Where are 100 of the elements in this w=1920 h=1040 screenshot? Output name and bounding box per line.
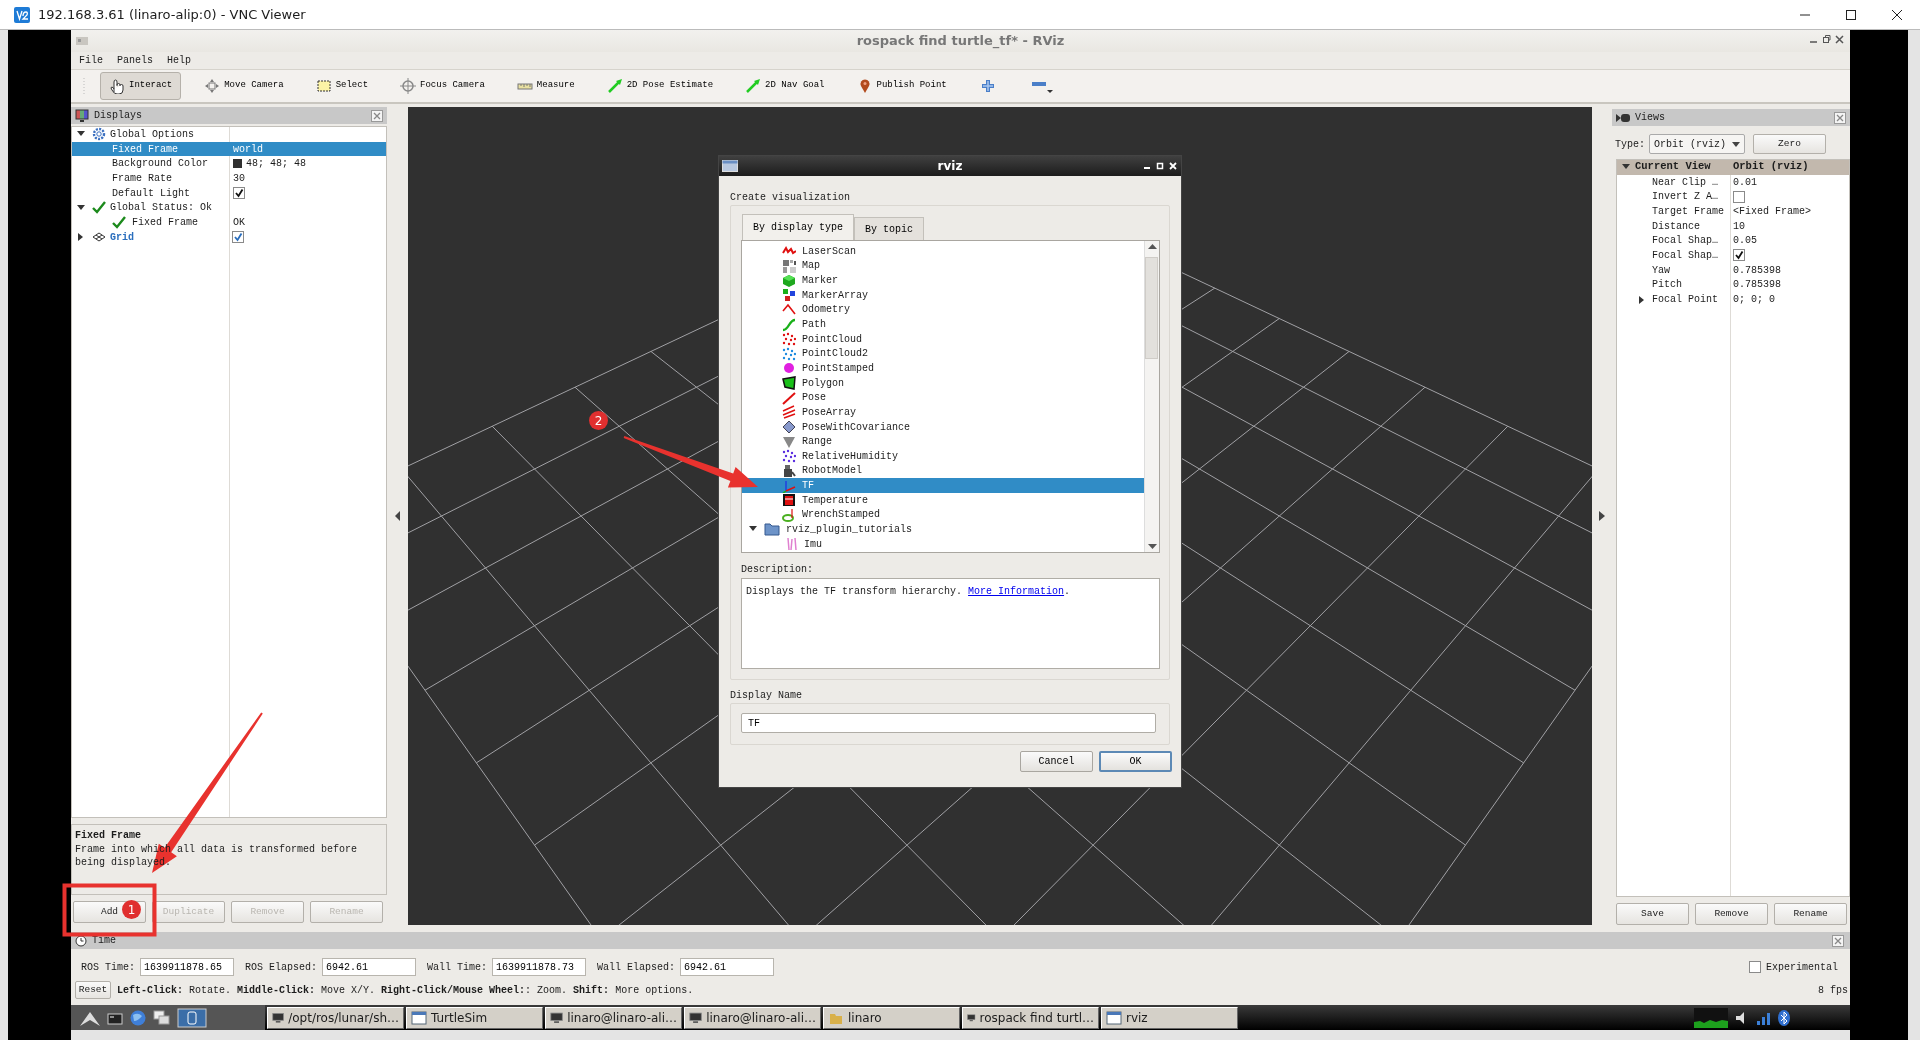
tree-value: <Fixed Frame>: [1733, 204, 1811, 219]
menu-item[interactable]: File: [79, 53, 103, 68]
scroll-down-icon[interactable]: [1147, 544, 1157, 549]
menu-item[interactable]: Panels: [117, 53, 154, 68]
panel-button[interactable]: Rename: [1774, 903, 1847, 925]
checkbox[interactable]: [1733, 249, 1745, 262]
taskbar-button[interactable]: linaro@linaro-ali…: [545, 1006, 682, 1029]
display-type-item[interactable]: RelativeHumidity: [742, 448, 1144, 464]
display-type-item[interactable]: RobotModel: [742, 463, 1144, 479]
map-grid-icon: [782, 258, 796, 273]
tool-button[interactable]: Publish Point: [847, 72, 956, 100]
close-button[interactable]: [1832, 934, 1844, 947]
display-type-item[interactable]: PointCloud2: [742, 346, 1144, 362]
bluetooth-icon[interactable]: [1778, 1009, 1790, 1026]
tool-button[interactable]: Select: [306, 72, 378, 100]
display-type-item[interactable]: MarkerArray: [742, 287, 1144, 303]
tree-label[interactable]: Fixed Frame: [112, 141, 178, 157]
tree-label[interactable]: Invert Z A…: [1652, 189, 1718, 205]
close-button[interactable]: [1834, 111, 1846, 124]
tree-label[interactable]: Focal Point: [1652, 292, 1718, 308]
tree-label[interactable]: Pitch: [1652, 277, 1682, 293]
time-field[interactable]: 1639911878.73: [492, 958, 587, 976]
tree-label[interactable]: Focal Shap…: [1652, 247, 1718, 263]
display-type-item[interactable]: PointCloud: [742, 331, 1144, 347]
desktop-icon[interactable]: [177, 1007, 207, 1028]
time-field[interactable]: 6942.61: [680, 958, 775, 976]
tree-label[interactable]: Default Light: [112, 185, 190, 201]
display-type-item[interactable]: TF: [742, 478, 1144, 493]
tree-label[interactable]: Global Status: Ok: [110, 200, 213, 216]
checkbox[interactable]: [1749, 961, 1761, 973]
tool-button[interactable]: 2D Pose Estimate: [597, 72, 723, 100]
display-type-item[interactable]: Range: [742, 434, 1144, 449]
tool-button[interactable]: 2D Nav Goal: [736, 72, 834, 100]
checkbox[interactable]: [1733, 190, 1745, 203]
tree-label[interactable]: Distance: [1652, 218, 1700, 234]
tree-label[interactable]: Near Clip …: [1652, 174, 1718, 190]
tree-label[interactable]: Focal Shap…: [1652, 233, 1718, 249]
reset-button[interactable]: Reset: [75, 981, 111, 999]
close-button[interactable]: [371, 109, 383, 122]
taskbar-button[interactable]: /opt/ros/lunar/sh…: [267, 1006, 404, 1029]
panel-button[interactable]: Remove: [1695, 903, 1768, 925]
tree-value: 0.785398: [1733, 263, 1781, 278]
menu-item[interactable]: Help: [167, 53, 192, 68]
display-type-item[interactable]: Imu: [742, 536, 1144, 552]
time-field[interactable]: 6942.61: [322, 958, 417, 976]
tool-button[interactable]: Measure: [507, 72, 584, 100]
display-type-item[interactable]: Marker: [742, 273, 1144, 288]
taskbar-button[interactable]: linaro: [823, 1006, 960, 1029]
tree-label[interactable]: Target Frame: [1652, 203, 1724, 219]
taskbar-button[interactable]: rospack find turtl…: [962, 1006, 1099, 1029]
scroll-up-icon[interactable]: [1147, 244, 1157, 249]
arrow-right-icon[interactable]: [1599, 511, 1605, 521]
display-type-item[interactable]: Odometry: [742, 302, 1144, 318]
display-type-item[interactable]: PointStamped: [742, 361, 1144, 376]
checkbox[interactable]: [232, 231, 244, 244]
panel-button[interactable]: Save: [1616, 903, 1689, 925]
signal-icon[interactable]: [1756, 1010, 1772, 1025]
dialog-button[interactable]: Cancel: [1020, 751, 1093, 772]
display-type-item[interactable]: Temperature: [742, 492, 1144, 508]
tab[interactable]: By topic: [854, 217, 925, 240]
display-type-item[interactable]: WrenchStamped: [742, 507, 1144, 523]
close-icon[interactable]: [1835, 34, 1844, 44]
link[interactable]: More Information: [968, 586, 1065, 597]
cone-icon: [782, 434, 796, 449]
globe-icon[interactable]: [129, 1008, 147, 1027]
windows-icon[interactable]: [153, 1009, 171, 1026]
display-type-item[interactable]: Pose: [742, 390, 1144, 406]
tree-label[interactable]: Grid: [110, 229, 134, 245]
tree-label[interactable]: Yaw: [1652, 262, 1670, 278]
tree-label[interactable]: Fixed Frame: [132, 214, 198, 230]
tool-button[interactable]: Focus Camera: [391, 72, 494, 100]
tool-button[interactable]: Interact: [100, 72, 182, 100]
plus-icon[interactable]: [979, 78, 996, 94]
display-type-item[interactable]: Path: [742, 317, 1144, 332]
dialog-button[interactable]: OK: [1099, 751, 1172, 772]
scroll-thumb[interactable]: [1145, 257, 1158, 359]
time-field[interactable]: 1639911878.65: [140, 958, 234, 976]
tree-label[interactable]: Global Options: [110, 127, 194, 142]
tree-label[interactable]: Frame Rate: [112, 170, 172, 186]
tree-label[interactable]: Current View: [1635, 160, 1711, 176]
display-type-item[interactable]: PoseWithCovariance: [742, 419, 1144, 435]
tab[interactable]: By display type: [742, 214, 854, 240]
folder-label[interactable]: rviz_plugin_tutorials: [786, 522, 913, 537]
checkbox[interactable]: [233, 187, 245, 200]
taskbar-button[interactable]: rviz: [1101, 1006, 1238, 1029]
arrow-left-icon[interactable]: [394, 511, 401, 521]
display-type-item[interactable]: PoseArray: [742, 405, 1144, 420]
tool-button[interactable]: Move Camera: [195, 72, 293, 100]
tree-label[interactable]: Background Color: [112, 156, 208, 172]
taskbar-button[interactable]: linaro@linaro-ali…: [684, 1006, 821, 1029]
zero-button[interactable]: Zero: [1753, 134, 1826, 154]
taskbar-button[interactable]: TurtleSim: [406, 1006, 543, 1029]
display-type-item[interactable]: LaserScan: [742, 244, 1144, 259]
display-type-item[interactable]: Polygon: [742, 375, 1144, 391]
display-name-field[interactable]: TF: [741, 713, 1156, 733]
maximize-icon[interactable]: [1156, 161, 1164, 170]
cpu-graph-icon[interactable]: [1694, 1007, 1728, 1028]
restore-icon[interactable]: [1822, 34, 1831, 44]
display-type-item[interactable]: Map: [742, 258, 1144, 274]
type-dropdown[interactable]: Orbit (rviz): [1649, 134, 1745, 154]
